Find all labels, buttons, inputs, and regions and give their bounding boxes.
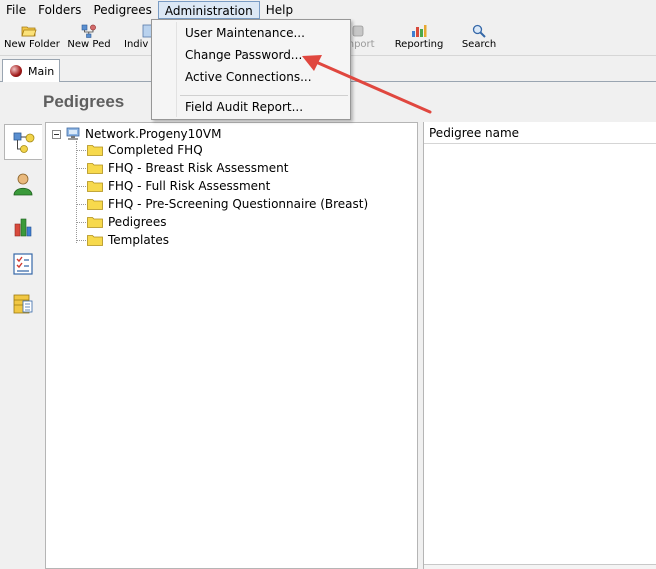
menu-separator [180, 95, 348, 96]
tree-hierarchy-icon [13, 132, 34, 153]
import-icon [352, 25, 364, 37]
menu-file[interactable]: File [0, 1, 32, 19]
search-button[interactable]: Search [458, 22, 500, 54]
page-title: Pedigrees [43, 92, 125, 111]
menu-pedigrees[interactable]: Pedigrees [87, 1, 157, 19]
folder-icon [87, 145, 103, 156]
menu-help[interactable]: Help [260, 1, 299, 19]
indiv-button[interactable]: Indiv [124, 22, 152, 54]
tree-folder-fhq-breast-risk[interactable]: FHQ - Breast Risk Assessment [76, 159, 288, 177]
reporting-label: Reporting [394, 39, 444, 50]
menu-administration[interactable]: Administration [157, 1, 260, 19]
collapse-icon[interactable] [52, 129, 61, 139]
tree-folder-label: FHQ - Full Risk Assessment [108, 179, 271, 193]
menu-item-field-audit-report[interactable]: Field Audit Report... [185, 97, 303, 117]
tree-folder-label: Templates [108, 233, 170, 247]
new-folder-label: New Folder [4, 39, 60, 50]
sidebar [0, 122, 45, 569]
search-icon [472, 24, 486, 38]
tree-folder-pedigrees[interactable]: Pedigrees [76, 213, 166, 231]
tree-root-label: Network.Progeny10VM [85, 127, 222, 141]
tree-folder-label: Pedigrees [108, 215, 167, 229]
menu-item-active-connections[interactable]: Active Connections... [185, 67, 312, 87]
sidebar-pedigrees-button[interactable] [4, 124, 42, 160]
folder-icon [87, 235, 103, 246]
open-folder-icon [21, 26, 37, 37]
folder-icon [87, 181, 103, 192]
reporting-button[interactable]: Reporting [394, 22, 444, 54]
new-ped-label: New Ped [67, 39, 111, 50]
checklist-icon [13, 253, 33, 275]
new-pedigree-icon [81, 24, 96, 38]
database-icon [13, 294, 33, 314]
person-icon [13, 173, 33, 196]
sidebar-reports-button[interactable] [4, 208, 42, 244]
tree-folder-templates[interactable]: Templates [76, 231, 169, 249]
indiv-label: Indiv [124, 39, 149, 50]
tree-folder-fhq-pre-screening[interactable]: FHQ - Pre-Screening Questionnaire (Breas… [76, 195, 368, 213]
bar-chart-icon [412, 25, 427, 37]
main-tab-icon [10, 65, 22, 77]
tab-main-label: Main [28, 64, 55, 78]
chart-icon [14, 218, 32, 237]
pedigree-list: Pedigree name [423, 122, 656, 569]
menu-folders[interactable]: Folders [32, 1, 87, 19]
grid-footer [424, 564, 656, 569]
menu-gutter [176, 22, 177, 117]
main-area: Pedigrees Network.Progeny10VM Completed … [0, 82, 656, 569]
tree-folder-completed-fhq[interactable]: Completed FHQ [76, 141, 203, 159]
folder-icon [87, 217, 103, 228]
folder-icon [87, 163, 103, 174]
new-folder-button[interactable]: New Folder [4, 22, 60, 54]
sidebar-individuals-button[interactable] [4, 166, 42, 202]
menu-bar: File Folders Pedigrees Administration He… [0, 0, 656, 20]
menu-item-user-maintenance[interactable]: User Maintenance... [185, 23, 305, 43]
new-ped-button[interactable]: New Ped [66, 22, 112, 54]
folder-icon [87, 199, 103, 210]
tree-folder-label: Completed FHQ [108, 143, 203, 157]
tree-folder-fhq-full-risk[interactable]: FHQ - Full Risk Assessment [76, 177, 270, 195]
network-computer-icon [66, 127, 80, 140]
tree-root-node[interactable]: Network.Progeny10VM [52, 126, 222, 142]
search-label: Search [461, 39, 497, 50]
administration-menu: User Maintenance... Change Password... A… [151, 19, 351, 120]
tree-folder-label: FHQ - Breast Risk Assessment [108, 161, 289, 175]
column-header-pedigree-name[interactable]: Pedigree name [424, 122, 656, 144]
tree-folder-label: FHQ - Pre-Screening Questionnaire (Breas… [108, 197, 369, 211]
sidebar-questionnaires-button[interactable] [4, 246, 42, 282]
folder-tree: Network.Progeny10VM Completed FHQ FHQ - … [45, 122, 418, 569]
sidebar-data-button[interactable] [4, 286, 42, 322]
menu-item-change-password[interactable]: Change Password... [185, 45, 302, 65]
tab-main[interactable]: Main [2, 59, 60, 82]
